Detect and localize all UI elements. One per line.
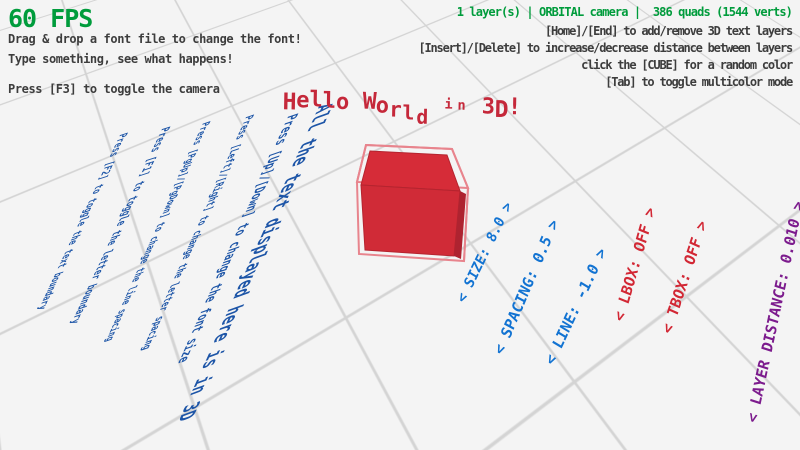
hint-multicolor-tab: [Tab] to toggle multicolor mode — [605, 75, 792, 89]
title-text-3d: Hello World in 3D! — [283, 90, 522, 116]
hint-drag-drop: Drag & drop a font file to change the fo… — [8, 32, 301, 46]
cube[interactable] — [340, 133, 480, 273]
hint-camera-f3: Press [F3] to toggle the camera — [8, 82, 220, 96]
fps-counter: 60 FPS — [8, 4, 92, 33]
hint-layer-distance: [Insert]/[Delete] to increase/decrease d… — [418, 41, 792, 55]
stats-line: 1 layer(s) | ORBITAL camera | 386 quads … — [457, 5, 792, 19]
cube-front-face — [361, 185, 460, 256]
hint-layers-keys: [Home]/[End] to add/remove 3D text layer… — [545, 24, 792, 38]
hint-cube-click: click the [CUBE] for a random color — [581, 58, 792, 72]
cube-top-face — [361, 151, 460, 191]
hint-type: Type something, see what happens! — [8, 52, 233, 66]
